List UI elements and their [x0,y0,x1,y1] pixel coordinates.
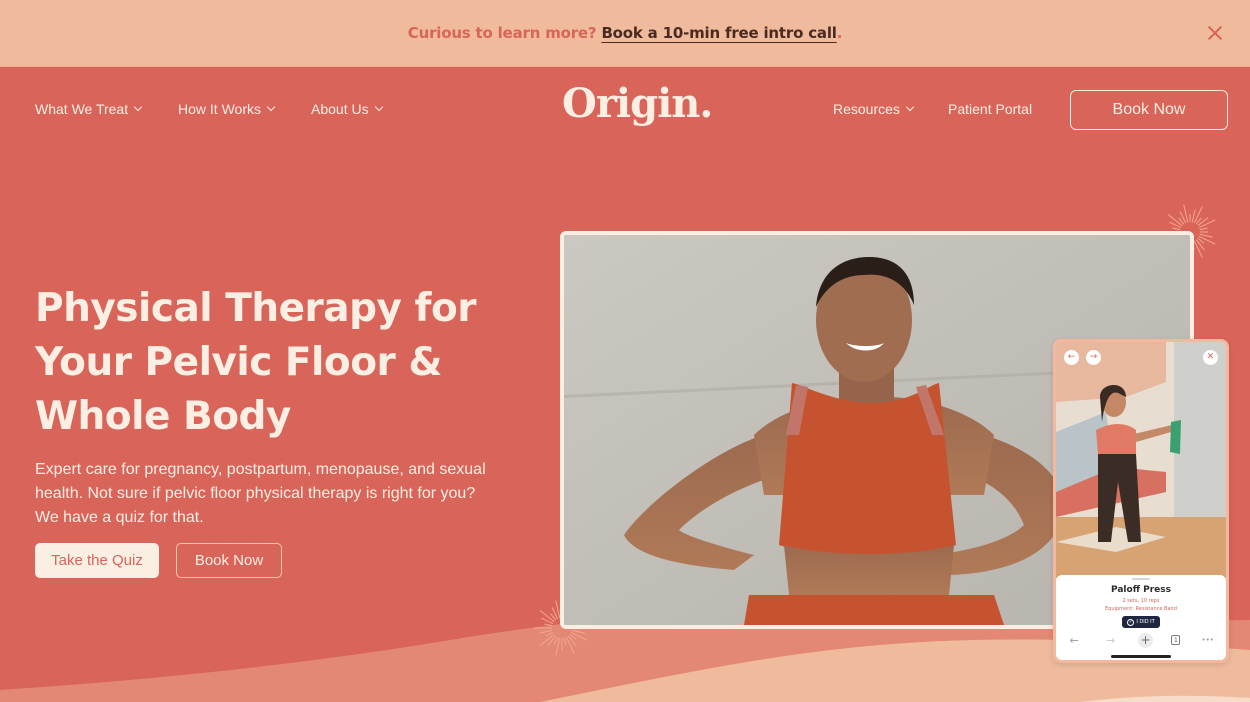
chevron-down-icon [905,102,915,112]
hero-title-line: Physical Therapy for [35,286,477,331]
sunburst-ray [1198,235,1216,245]
back-arrow-icon[interactable]: ← [1065,634,1083,647]
sunburst-ray [1199,227,1208,231]
sunburst-ray [1195,217,1202,225]
nav-label: Patient Portal [948,101,1033,117]
sunburst-ray [1199,233,1213,238]
i-did-it-button[interactable]: ✓ I DID IT [1122,616,1160,628]
hero-book-now-button[interactable]: Book Now [176,543,282,578]
nav-label: Resources [833,101,900,117]
nav-how-it-works[interactable]: How It Works [178,101,276,117]
hero-subtitle: Expert care for pregnancy, postpartum, m… [35,461,486,526]
close-icon[interactable] [1204,22,1226,44]
nav-about-us[interactable]: About Us [311,101,383,117]
browser-bottom-bar: ← → + 1 ••• [1056,632,1226,648]
sunburst-ray [1178,217,1185,225]
sunburst-ray [1193,240,1203,258]
sunburst-ray [1169,221,1182,229]
sunburst-ray [1198,219,1216,229]
sunburst-ray [1179,211,1187,224]
announcement-bar: Curious to learn more? Book a 10-min fre… [0,0,1250,67]
app-phone-mockup: ← → ✕ Paloff Press 2 sets, 10 reps Equip… [1053,339,1229,663]
sunburst-ray [1191,209,1196,223]
exercise-equipment: Equipment: Resistance Band [1105,606,1177,612]
announcement-period: . [836,24,843,42]
nav-label: What We Treat [35,101,129,117]
sunburst-ray [1195,239,1205,251]
i-did-it-label: I DID IT [1136,619,1155,625]
previous-arrow-button[interactable]: ← [1064,350,1079,365]
sunburst-ray [1197,217,1209,227]
announcement-text: Curious to learn more? Book a 10-min fre… [407,24,843,42]
tabs-icon[interactable]: 1 [1171,635,1181,645]
forward-arrow-icon[interactable]: → [1102,634,1120,647]
sunburst-ray [1193,206,1203,224]
next-arrow-button[interactable]: → [1086,350,1101,365]
nav-what-we-treat[interactable]: What We Treat [35,101,143,117]
chevron-down-icon [374,102,383,112]
nav-label: How It Works [178,101,261,117]
plus-icon[interactable]: + [1137,632,1153,648]
sunburst-ray [1197,237,1205,244]
nav-resources[interactable]: Resources [833,101,915,117]
chevron-down-icon [266,102,276,112]
sunburst-ray [1167,214,1183,227]
more-icon[interactable]: ••• [1199,636,1217,644]
sunburst-ray [1183,204,1189,223]
take-quiz-button[interactable]: Take the Quiz [35,543,159,578]
nav-book-now-button[interactable]: Book Now [1070,90,1228,130]
intro-call-link[interactable]: Book a 10-min free intro call [601,24,836,42]
sheet-drag-handle[interactable] [1132,578,1150,580]
main-nav: What We Treat How It Works About Us Orig… [0,68,1250,150]
exercise-sheet: Paloff Press 2 sets, 10 reps Equipment: … [1056,575,1226,660]
phone-screen: ← → ✕ Paloff Press 2 sets, 10 reps Equip… [1056,342,1226,660]
hero-title: Physical Therapy for Your Pelvic Floor &… [35,282,515,444]
nav-label: About Us [311,101,369,117]
check-circle-icon: ✓ [1127,618,1135,626]
exercise-sets: 2 sets, 10 reps [1122,598,1160,604]
exercise-video-image [1056,342,1226,578]
announcement-question: Curious to learn more? [407,24,597,42]
origin-logo[interactable]: Origin. [562,80,713,127]
exercise-title: Paloff Press [1111,585,1171,595]
hero-title-line: Your Pelvic Floor & [35,340,442,385]
hero-title-line: Whole Body [35,394,291,439]
home-indicator [1111,655,1171,658]
sunburst-ray [1172,227,1181,231]
nav-patient-portal[interactable]: Patient Portal [948,101,1032,117]
chevron-down-icon [133,102,143,112]
close-icon[interactable]: ✕ [1203,350,1218,365]
